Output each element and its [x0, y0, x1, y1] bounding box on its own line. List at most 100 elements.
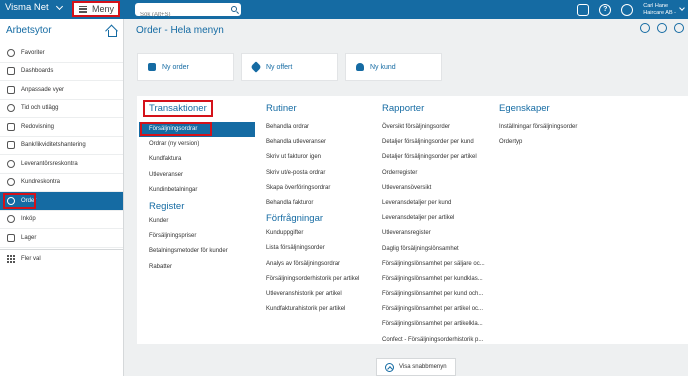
column-egenskaper: Egenskaper Inställningar försäljningsord…: [499, 102, 619, 150]
menu-link[interactable]: Detaljer försäljningsorder per artikel: [382, 150, 490, 165]
sidebar-item-favoriter[interactable]: Favoriter: [0, 44, 123, 63]
menu-link[interactable]: Försäljningslönsamhet per artikelkla...: [382, 317, 490, 332]
order-highlight: [3, 193, 36, 209]
hamburger-icon: [79, 5, 87, 13]
sidebar-item-label: Redovisning: [21, 123, 55, 130]
menu-link[interactable]: Leveransdetaljer per kund: [382, 196, 490, 211]
column-rapporter: Rapporter Översikt försäljningsorder Det…: [382, 102, 490, 348]
brand-name: Visma Net: [5, 2, 49, 13]
page-controls: [640, 23, 684, 33]
sidebar-item-label: Tid och utlägg: [21, 105, 59, 112]
top-icons: ? Carl Hane Haircare AB -: [577, 0, 688, 19]
menu-link[interactable]: Utleveransregister: [382, 226, 490, 241]
menu-link[interactable]: Detaljer försäljningsorder per kund: [382, 135, 490, 150]
menu-link[interactable]: Daglig försäljningslönsamhet: [382, 242, 490, 257]
menu-link[interactable]: Betalningsmetoder för kunder: [139, 244, 255, 259]
menu-link[interactable]: Kundfakturahistorik per artikel: [266, 302, 376, 317]
chevron-down-icon: [55, 2, 63, 10]
quick-label: Ny offert: [266, 63, 293, 71]
sidebar-item-redovisning[interactable]: Redovisning: [0, 118, 123, 137]
brand-switcher[interactable]: Visma Net: [5, 2, 63, 13]
sidebar-item-leverantorsreskontra[interactable]: Leverantörsreskontra: [0, 155, 123, 174]
sidebar-item-order[interactable]: Order: [0, 192, 123, 211]
menu-link[interactable]: Lista försäljningsorder: [266, 241, 376, 256]
menu-panel: Transaktioner Försäljningsordrar Ordrar …: [137, 96, 688, 344]
grid-icon: [7, 254, 15, 263]
menu-link[interactable]: Skapa överföringsordrar: [266, 181, 376, 196]
chevron-down-icon: [679, 5, 685, 11]
sidebar-more[interactable]: Fler val: [0, 249, 123, 267]
search-icon[interactable]: [231, 6, 237, 12]
search-input[interactable]: [135, 8, 225, 22]
new-customer-button[interactable]: Ny kund: [345, 53, 442, 81]
link-forsaljningsordrar[interactable]: Försäljningsordrar: [139, 122, 255, 138]
menu-link[interactable]: Försäljningspriser: [139, 229, 255, 244]
tag-icon: [250, 61, 262, 73]
section-title-transaktioner: Transaktioner: [143, 100, 213, 117]
sidebar-item-label: Leverantörsreskontra: [21, 160, 78, 167]
help-icon[interactable]: ?: [599, 3, 612, 16]
quick-label: Ny order: [162, 63, 189, 71]
bank-icon: [7, 141, 15, 150]
menu-link[interactable]: Utleveransöversikt: [382, 181, 490, 196]
sidebar-item-anpassade-vyer[interactable]: Anpassade vyer: [0, 81, 123, 100]
pin-icon[interactable]: [657, 23, 667, 33]
show-quick-menu-button[interactable]: Visa snabbmenyn: [376, 358, 456, 376]
sidebar-header: Arbetsytor: [0, 19, 123, 41]
quick-label: Ny kund: [370, 63, 396, 71]
menu-link[interactable]: Behandla fakturor: [266, 196, 376, 211]
menu-link[interactable]: Kunder: [139, 214, 255, 229]
purchase-icon: [7, 215, 15, 224]
menu-link[interactable]: Leveransdetaljer per artikel: [382, 211, 490, 226]
menu-link[interactable]: Ordertyp: [499, 135, 619, 150]
sidebar-item-dashboards[interactable]: Dashboards: [0, 63, 123, 81]
chat-icon[interactable]: [577, 3, 590, 16]
clock-icon: [7, 104, 15, 113]
sidebar-more-label: Fler val: [21, 255, 41, 262]
menu-link[interactable]: Orderregister: [382, 166, 490, 181]
menu-link[interactable]: Utleveranser: [139, 168, 255, 183]
new-quote-button[interactable]: Ny offert: [241, 53, 338, 81]
menu-link[interactable]: Rabatter: [139, 260, 255, 275]
menu-link[interactable]: Försäljningslönsamhet per kundklas...: [382, 272, 490, 287]
user-avatar-icon[interactable]: [621, 3, 634, 16]
menu-link[interactable]: Översikt försäljningsorder: [382, 120, 490, 135]
menu-link[interactable]: Ordrar (ny version): [139, 137, 255, 152]
menu-link[interactable]: Confect - Försäljningsorderhistorik p...: [382, 333, 490, 348]
menu-button[interactable]: Meny: [72, 1, 120, 17]
star-icon: [7, 48, 15, 57]
menu-link[interactable]: Analys av försäljningsordrar: [266, 257, 376, 272]
menu-link[interactable]: Behandla utleveranser: [266, 135, 376, 150]
sidebar-item-tid-och-utlagg[interactable]: Tid och utlägg: [0, 100, 123, 118]
menu-link[interactable]: Försäljningslönsamhet per kund och...: [382, 287, 490, 302]
menu-link[interactable]: Behandla ordrar: [266, 120, 376, 135]
sidebar-item-label: Anpassade vyer: [21, 86, 65, 93]
new-order-button[interactable]: Ny order: [137, 53, 234, 81]
sidebar: Arbetsytor Favoriter Dashboards Anpassad…: [0, 19, 124, 376]
menu-link[interactable]: Kunduppgifter: [266, 226, 376, 241]
minus-circle-icon: [7, 159, 15, 168]
dashboard-icon: [7, 67, 15, 76]
sidebar-item-inkop[interactable]: Inköp: [0, 211, 123, 229]
user-menu[interactable]: Carl Hane Haircare AB -: [643, 3, 676, 17]
settings-icon[interactable]: [674, 23, 684, 33]
collapse-up-icon[interactable]: [640, 23, 650, 33]
sidebar-item-bank[interactable]: Bank/likviditetshantering: [0, 137, 123, 155]
menu-link[interactable]: Försäljningslönsamhet per säljare oc...: [382, 257, 490, 272]
chevron-up-icon: [385, 362, 394, 372]
sidebar-item-lager[interactable]: Lager: [0, 229, 123, 248]
menu-link[interactable]: Skriv ut fakturor igen: [266, 150, 376, 165]
section-title-rutiner: Rutiner: [266, 103, 297, 114]
menu-link[interactable]: Skriv ut/e-posta ordrar: [266, 166, 376, 181]
home-icon[interactable]: [106, 25, 117, 37]
user-name: Carl Hane: [643, 2, 669, 9]
sidebar-item-label: Favoriter: [21, 49, 45, 56]
menu-link[interactable]: Kundfaktura: [139, 152, 255, 167]
sidebar-item-kundreskontra[interactable]: Kundreskontra: [0, 174, 123, 192]
search-box: [135, 3, 241, 22]
menu-link[interactable]: Försäljningslönsamhet per artikel oc...: [382, 302, 490, 317]
menu-link[interactable]: Försäljningsorderhistorik per artikel: [266, 272, 376, 287]
menu-link[interactable]: Utleveranshistorik per artikel: [266, 287, 376, 302]
menu-link[interactable]: Inställningar försäljningsorder: [499, 120, 619, 135]
menu-link[interactable]: Kundinbetalningar: [139, 183, 255, 198]
